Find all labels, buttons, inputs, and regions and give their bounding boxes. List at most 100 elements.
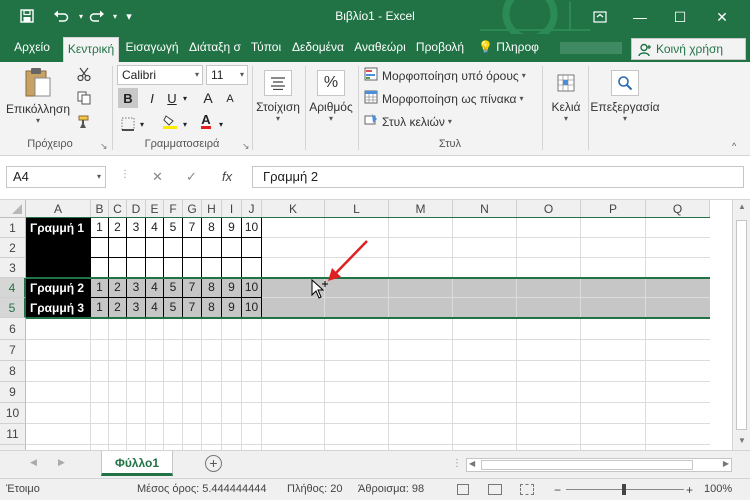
select-all-corner[interactable] xyxy=(0,200,26,218)
close-button[interactable]: ✕ xyxy=(702,0,742,34)
tell-me-box[interactable]: 💡 Πληροφ xyxy=(478,34,539,62)
cell-g5[interactable]: 7 xyxy=(183,298,201,317)
column-header-e[interactable]: E xyxy=(146,200,164,218)
cell-d4[interactable]: 3 xyxy=(127,278,145,297)
cells-button[interactable]: Κελιά ▾ xyxy=(546,68,586,123)
cell-f1[interactable]: 5 xyxy=(164,218,182,237)
tab-page-layout[interactable]: Διάταξη σ xyxy=(184,34,246,62)
ribbon-display-icon[interactable] xyxy=(580,0,620,34)
row-header-7[interactable]: 7 xyxy=(0,340,26,361)
tab-home[interactable]: Κεντρική xyxy=(63,37,119,62)
zoom-level[interactable]: 100% xyxy=(704,483,732,495)
add-sheet-button[interactable]: + xyxy=(205,455,222,472)
cell-d1[interactable]: 3 xyxy=(127,218,145,237)
scroll-left-icon[interactable]: ◀ xyxy=(469,459,475,468)
row-header-1[interactable]: 1 xyxy=(0,218,26,238)
zoom-slider-thumb[interactable] xyxy=(622,484,626,495)
font-launcher-icon[interactable]: ↘ xyxy=(242,141,250,152)
name-box[interactable]: A4 ▾ xyxy=(6,166,106,188)
column-header-i[interactable]: I xyxy=(222,200,242,218)
font-color-button[interactable]: A xyxy=(196,111,216,131)
vertical-scroll-thumb[interactable] xyxy=(736,220,747,430)
row-header-5[interactable]: 5 xyxy=(0,298,26,318)
grow-font-button[interactable]: A xyxy=(198,88,218,108)
scroll-up-icon[interactable]: ▲ xyxy=(738,202,746,211)
cell-a4[interactable]: Γραμμή 2 xyxy=(26,278,90,298)
format-as-table-dropdown-icon[interactable]: ▾ xyxy=(519,94,523,103)
column-header-b[interactable]: B xyxy=(91,200,109,218)
column-header-d[interactable]: D xyxy=(127,200,146,218)
cell-styles-dropdown-icon[interactable]: ▾ xyxy=(448,117,452,126)
editing-button[interactable]: Επεξεργασία ▾ xyxy=(590,68,660,123)
page-break-view-icon[interactable] xyxy=(520,484,534,495)
clipboard-launcher-icon[interactable]: ↘ xyxy=(100,141,108,152)
fill-color-dropdown-icon[interactable]: ▾ xyxy=(180,114,190,134)
cell-g4[interactable]: 7 xyxy=(183,278,201,297)
cell-f4[interactable]: 5 xyxy=(164,278,182,297)
cell-styles-button[interactable]: Στυλ κελιών ▾ xyxy=(364,113,452,130)
paste-button[interactable]: Επικόλληση ▾ xyxy=(6,66,70,125)
cell-a5[interactable]: Γραμμή 3 xyxy=(26,298,90,318)
previous-sheet-icon[interactable]: ◀ xyxy=(30,457,37,468)
cell-j1[interactable]: 10 xyxy=(242,218,261,237)
column-header-f[interactable]: F xyxy=(164,200,183,218)
horizontal-scroll-thumb[interactable] xyxy=(481,460,693,470)
column-header-o[interactable]: O xyxy=(517,200,581,218)
conditional-formatting-button[interactable]: Μορφοποίηση υπό όρους ▾ xyxy=(364,67,526,84)
scroll-down-icon[interactable]: ▼ xyxy=(738,436,746,445)
underline-button[interactable]: U xyxy=(162,88,182,108)
scroll-right-icon[interactable]: ▶ xyxy=(723,459,729,468)
row-header-11[interactable]: 11 xyxy=(0,424,26,445)
sheet-tab[interactable]: Φύλλο1 xyxy=(101,451,173,476)
row-header-10[interactable]: 10 xyxy=(0,403,26,424)
normal-view-icon[interactable] xyxy=(457,484,469,495)
maximize-button[interactable]: ☐ xyxy=(660,0,700,34)
tab-insert[interactable]: Εισαγωγή xyxy=(121,34,183,62)
formula-input[interactable]: Γραμμή 2 xyxy=(252,166,744,188)
number-format-button[interactable]: % Αριθμός ▾ xyxy=(306,68,356,123)
vertical-scrollbar[interactable]: ▲ ▼ xyxy=(732,200,750,450)
share-button[interactable]: Κοινή χρήση xyxy=(631,38,746,60)
row-header-2[interactable]: 2 xyxy=(0,238,26,258)
row-header-3[interactable]: 3 xyxy=(0,258,26,278)
number-dropdown-icon[interactable]: ▾ xyxy=(306,114,356,123)
cell-c5[interactable]: 2 xyxy=(109,298,126,317)
name-box-dropdown-icon[interactable]: ▾ xyxy=(97,167,101,187)
collapse-ribbon-icon[interactable]: ^ xyxy=(732,141,736,151)
cell-a1[interactable]: Γραμμή 1 xyxy=(26,218,90,238)
cell-h5[interactable]: 8 xyxy=(202,298,221,317)
alignment-button[interactable]: Στοίχιση ▾ xyxy=(254,68,302,123)
copy-icon[interactable] xyxy=(74,88,94,108)
cell-h1[interactable]: 8 xyxy=(202,218,221,237)
column-header-h[interactable]: H xyxy=(202,200,222,218)
borders-dropdown-icon[interactable]: ▾ xyxy=(137,114,147,134)
zoom-in-icon[interactable]: + xyxy=(686,483,693,497)
worksheet-grid[interactable]: ABCDEFGHIJKLMNOPQ 123456789101112 Γραμμή… xyxy=(0,200,750,450)
format-as-table-button[interactable]: Μορφοποίηση ως πίνακα ▾ xyxy=(364,90,524,107)
column-header-l[interactable]: L xyxy=(325,200,389,218)
column-header-k[interactable]: K xyxy=(262,200,325,218)
minimize-button[interactable]: — xyxy=(620,0,660,34)
font-size-dropdown-icon[interactable]: ▾ xyxy=(240,66,244,84)
cell-i4[interactable]: 9 xyxy=(222,278,241,297)
cell-b5[interactable]: 1 xyxy=(91,298,108,317)
cell-h4[interactable]: 8 xyxy=(202,278,221,297)
shrink-font-button[interactable]: A xyxy=(220,89,240,109)
column-header-q[interactable]: Q xyxy=(646,200,710,218)
cell-i1[interactable]: 9 xyxy=(222,218,241,237)
font-name-combo[interactable]: Calibri ▾ xyxy=(117,65,203,85)
fill-color-icon[interactable] xyxy=(160,112,180,132)
cell-b4[interactable]: 1 xyxy=(91,278,108,297)
cell-c1[interactable]: 2 xyxy=(109,218,126,237)
cells-dropdown-icon[interactable]: ▾ xyxy=(546,114,586,123)
row-header-6[interactable]: 6 xyxy=(0,318,26,340)
cell-d5[interactable]: 3 xyxy=(127,298,145,317)
cell-b1[interactable]: 1 xyxy=(91,218,108,237)
cell-c4[interactable]: 2 xyxy=(109,278,126,297)
cut-icon[interactable] xyxy=(74,64,94,84)
tab-view[interactable]: Προβολή xyxy=(412,34,468,62)
format-painter-icon[interactable] xyxy=(74,112,94,132)
font-color-dropdown-icon[interactable]: ▾ xyxy=(216,114,226,134)
cell-j4[interactable]: 10 xyxy=(242,278,261,297)
zoom-out-icon[interactable]: − xyxy=(554,483,561,497)
